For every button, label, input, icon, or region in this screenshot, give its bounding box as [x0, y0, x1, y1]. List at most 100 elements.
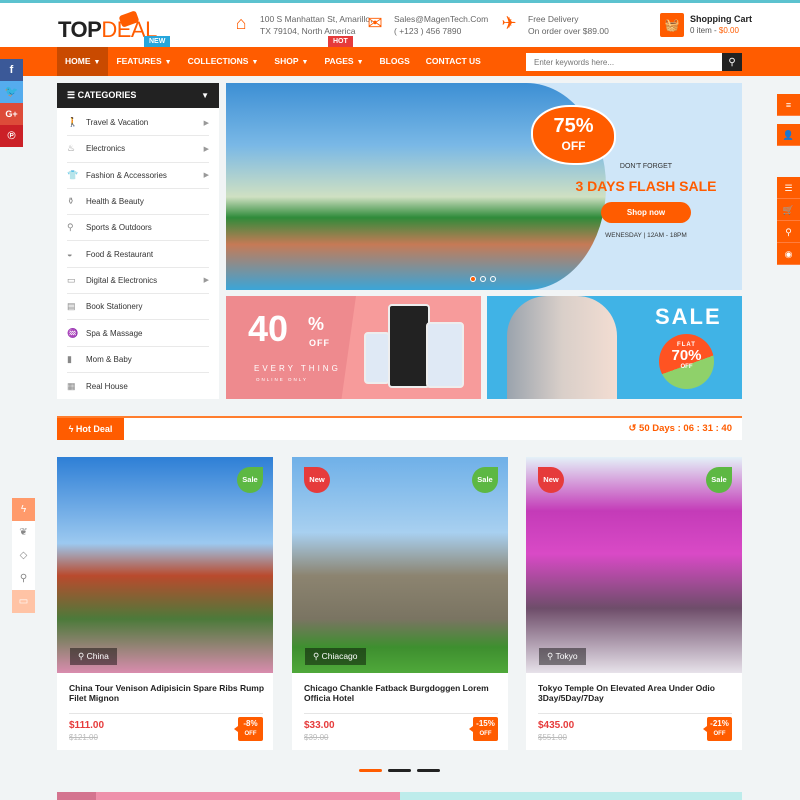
product-card[interactable]: New Sale ⚲ Tokyo Tokyo Temple On Elevate… [526, 457, 742, 750]
house-icon: ▦ [67, 380, 76, 391]
product-card[interactable]: New Sale ⚲ Chiacago Chicago Chankle Fatb… [292, 457, 508, 750]
leaf-icon[interactable]: ❦ [12, 521, 35, 544]
nav-blogs[interactable]: BLOGS [372, 47, 418, 76]
slider-dot[interactable] [480, 276, 486, 282]
discount-badge: -8% OFF [234, 717, 263, 741]
food-icon: ◒ [67, 249, 73, 260]
product-old-price: $39.00 [304, 733, 329, 742]
eye-icon[interactable]: ◉ [777, 243, 800, 265]
category-food[interactable]: ◒ Food & Restaurant [67, 241, 209, 268]
banner-40-off[interactable]: 40 % OFF EVERY THING ONLINE ONLY [226, 296, 481, 399]
chevron-right-icon: ▶ [203, 172, 209, 180]
right-tools-top: ≡ 👤 [777, 94, 800, 146]
tablet-image [388, 304, 430, 388]
category-sports[interactable]: ⚲ Sports & Outdoors [67, 215, 209, 242]
search-button[interactable]: ⚲ [722, 53, 742, 71]
hero-slider[interactable]: 75% OFF DON'T FORGET 3 DAYS FLASH SALE Sh… [226, 83, 742, 290]
countdown-timer: ↺ 50 Days : 06 : 31 : 40 [628, 423, 732, 434]
product-title[interactable]: Chicago Chankle Fatback Burgdoggen Lorem… [304, 683, 500, 703]
category-mom-baby[interactable]: ▮ Mom & Baby [67, 347, 209, 373]
basket-icon: 🧺 [660, 13, 684, 37]
nav-collections[interactable]: COLLECTIONS ▼ [180, 47, 267, 76]
google-plus-icon[interactable]: G+ [0, 103, 23, 125]
facebook-icon[interactable]: f [0, 59, 23, 81]
categories-header[interactable]: ☰ CATEGORIES ▼ [57, 83, 219, 108]
category-health[interactable]: ⚱ Health & Beauty [67, 189, 209, 216]
header: TOPDEAL ⌂ 100 S Manhattan St, Amarillo, T… [0, 3, 800, 47]
shopping-cart[interactable]: 🧺 Shopping Cart 0 item - $0.00 [660, 13, 752, 37]
location-label: ⚲ China [70, 648, 117, 665]
pager-dot[interactable] [417, 769, 440, 772]
category-electronics[interactable]: ♨ Electronics ▶ [67, 136, 209, 163]
product-old-price: $121.00 [69, 733, 98, 742]
product-card[interactable]: Sale ⚲ China China Tour Venison Adipisic… [57, 457, 273, 750]
search-icon[interactable]: ⚲ [777, 221, 800, 243]
sale-tag: Sale [237, 467, 263, 493]
category-spa[interactable]: ♒ Spa & Massage [67, 320, 209, 347]
discount-badge: -15% OFF [469, 717, 498, 741]
spa-icon: ♒ [67, 327, 79, 338]
fashion-couple-image [507, 296, 617, 399]
slide-kicker: DON'T FORGET [619, 163, 673, 170]
category-real-house[interactable]: ▦ Real House [67, 373, 209, 399]
delivery-info: ✈ Free Delivery On order over $89.00 [498, 13, 608, 37]
search-input[interactable] [526, 53, 722, 71]
slide-schedule: WENESDAY | 12AM - 18PM [605, 232, 687, 239]
lightning-icon[interactable]: ϟ [12, 498, 35, 521]
nav-contact-us[interactable]: CONTACT US [418, 47, 489, 76]
pager-dot[interactable] [388, 769, 411, 772]
hiker-icon: 🚶 [67, 117, 79, 128]
category-fashion[interactable]: 👕 Fashion & Accessories ▶ [67, 163, 209, 189]
map-pin-icon: ⚲ [78, 651, 87, 661]
location-label: ⚲ Chiacago [305, 648, 366, 665]
bottom-banners [57, 792, 742, 800]
logo[interactable]: TOPDEAL [58, 17, 157, 43]
new-tag: New [304, 467, 330, 493]
hot-deal-tab[interactable]: ϟ Hot Deal [57, 418, 124, 440]
tablet-white-image [426, 322, 464, 388]
chevron-down-icon: ▼ [251, 59, 259, 66]
category-travel[interactable]: 🚶 Travel & Vacation ▶ [67, 110, 209, 137]
categories-menu: ☰ CATEGORIES ▼ 🚶 Travel & Vacation ▶ ♨ Elect… [57, 83, 219, 399]
nav-features[interactable]: FEATURES ▼ [108, 47, 179, 76]
menu-icon: ☰ [67, 90, 78, 100]
hot-deal-bar: ϟ Hot Deal ↺ 50 Days : 06 : 31 : 40 [57, 416, 742, 440]
product-title[interactable]: Tokyo Temple On Elevated Area Under Odio… [538, 683, 734, 703]
list-icon[interactable]: ☰ [777, 177, 800, 199]
slider-dot[interactable] [490, 276, 496, 282]
sale-tag: Sale [472, 467, 498, 493]
address-info: ⌂ 100 S Manhattan St, Amarillo, TX 79104,… [230, 13, 373, 37]
home-icon: ⌂ [235, 13, 247, 33]
laptop-icon[interactable]: ▭ [12, 590, 35, 613]
chevron-down-icon: ▼ [164, 59, 172, 66]
category-digital[interactable]: ▭ Digital & Electronics ▶ [67, 268, 209, 295]
discount-badge: -21% OFF [703, 717, 732, 741]
twitter-icon[interactable]: 🐦 [0, 81, 23, 103]
pager-dot[interactable] [359, 769, 382, 772]
category-book[interactable]: ▤ Book Stationery [67, 294, 209, 321]
flat-70-badge: FLAT 70% OFF [659, 334, 714, 389]
new-tag: New [538, 467, 564, 493]
plane-icon: ✈ [501, 13, 517, 33]
right-tools: ☰ 🛒 ⚲ ◉ [777, 177, 800, 265]
user-icon[interactable]: 👤 [777, 124, 800, 146]
phone-image [364, 332, 390, 384]
nav-pages[interactable]: PAGES ▼ [316, 47, 371, 76]
menu-icon[interactable]: ≡ [777, 94, 800, 116]
location-label: ⚲ Tokyo [539, 648, 586, 665]
chevron-right-icon: ▶ [203, 119, 209, 127]
pinterest-icon[interactable]: ℗ [0, 125, 23, 147]
banner-sale-70[interactable]: SALE FLAT 70% OFF [487, 296, 742, 399]
product-price: $435.00 [538, 720, 575, 731]
shop-now-button[interactable]: Shop now [600, 202, 692, 223]
slider-dot[interactable] [470, 276, 476, 282]
product-title[interactable]: China Tour Venison Adipisicin Spare Ribs… [69, 683, 265, 703]
lightning-icon: ϟ [68, 424, 76, 434]
cart-icon[interactable]: 🛒 [777, 199, 800, 221]
diamond-icon[interactable]: ◇ [12, 544, 35, 567]
nav-home[interactable]: HOME ▼ [57, 47, 109, 76]
clock-icon: ↺ [628, 423, 640, 434]
social-sidebar: f 🐦 G+ ℗ [0, 59, 23, 147]
nav-shop[interactable]: SHOP ▼ [266, 47, 316, 76]
bicycle-icon[interactable]: ⚲ [12, 567, 35, 590]
